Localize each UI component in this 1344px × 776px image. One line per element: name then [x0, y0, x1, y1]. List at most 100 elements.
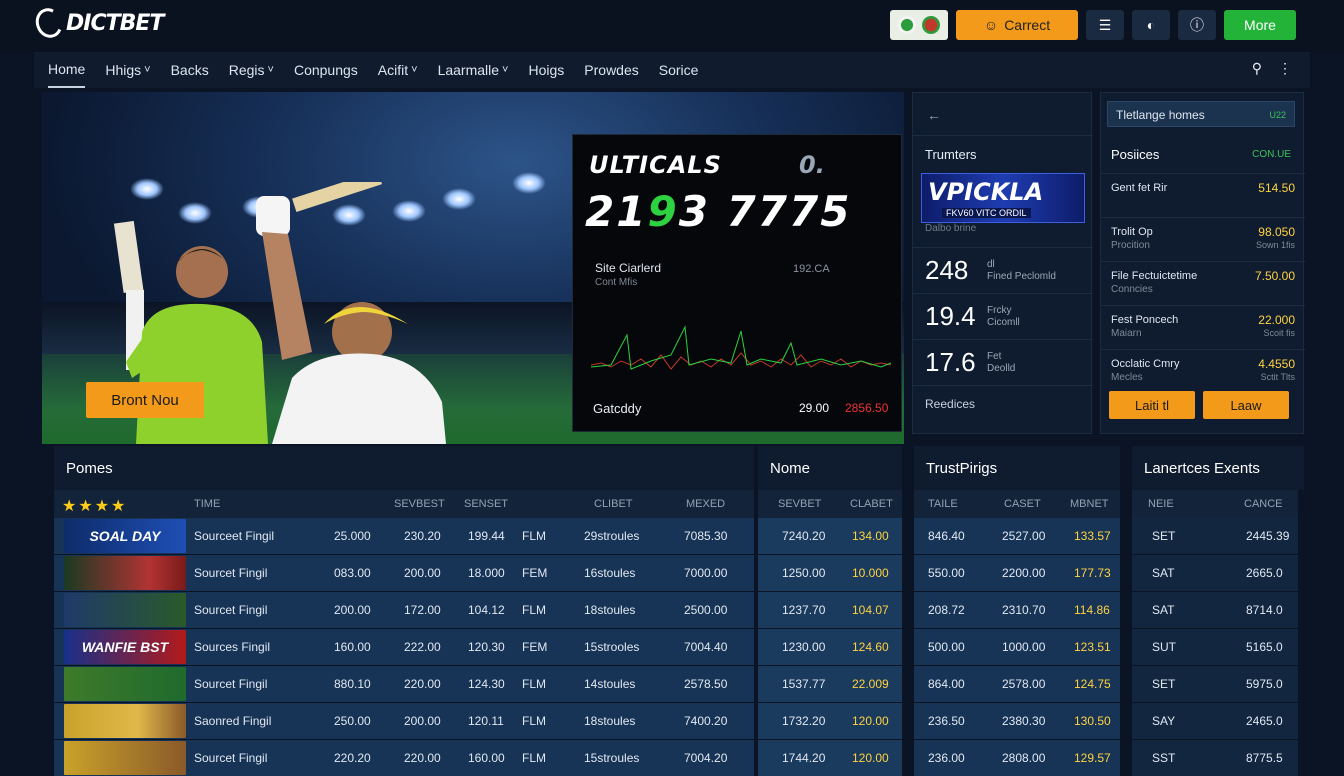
odds-row[interactable]: Gent fet Rir 514.50	[1101, 173, 1305, 215]
odds-value[interactable]: 123.51	[1074, 640, 1111, 654]
odds-value[interactable]: 133.57	[1074, 529, 1111, 543]
table-cell: Sctit Tlts	[1260, 372, 1295, 382]
table-row[interactable]: Sourcet Fingil 880.10 220.00 124.30 FLM 14sto…	[54, 666, 1304, 702]
table-row[interactable]: SOAL DAY Sourceet Fingil 25.000 230.20 199.4…	[54, 518, 1304, 554]
table-cell: 2200.00	[1002, 566, 1046, 580]
table-cell: 199.44	[468, 529, 505, 543]
odds-value[interactable]: 120.00	[852, 751, 889, 765]
hero-cta-button[interactable]: Bront Nou	[86, 382, 204, 418]
table-cell: 230.20	[404, 529, 441, 543]
odds-value[interactable]: 120.00	[852, 714, 889, 728]
event-thumbnail[interactable]: WANFIE BST	[64, 630, 186, 664]
odds-value[interactable]: 124.75	[1074, 677, 1111, 691]
odds-row-value[interactable]: 514.50	[1258, 182, 1295, 207]
connect-button[interactable]: ☺ Carrect	[956, 10, 1078, 40]
table-cell: 880.10	[334, 677, 371, 691]
table-cell: 2578.00	[1002, 677, 1046, 691]
table-cell: 120.11	[468, 714, 504, 728]
promo-banner-sub: FKV60 VITC ORDIL	[942, 208, 1031, 218]
nav-item-2[interactable]: Backs	[171, 52, 209, 88]
odds-value[interactable]: 10.000	[852, 566, 889, 580]
table-cell: 8775.5	[1246, 751, 1283, 765]
odds-title-right[interactable]: CON.UE	[1252, 149, 1291, 160]
kebab-menu-icon[interactable]: ⋮	[1278, 60, 1292, 77]
odds-value[interactable]: 104.07	[852, 603, 889, 617]
event-thumbnail[interactable]	[64, 556, 186, 590]
odds-row-value[interactable]: 7.50.00	[1255, 270, 1295, 295]
rating-stars-icon: ★★★★	[62, 498, 128, 515]
nav-item-4[interactable]: Conpungs	[294, 52, 358, 88]
odds-row-value[interactable]: 4.4550 Sctit Tlts	[1258, 358, 1295, 383]
stat-row: 19.4 Frcky Cicomll	[913, 293, 1093, 339]
event-thumbnail[interactable]	[64, 704, 186, 738]
nav-item-label: Backs	[170, 62, 209, 78]
table-cell: Frcky	[987, 304, 1012, 316]
odds-row[interactable]: File Fectuictetime Conncies 7.50.00	[1101, 261, 1305, 303]
scoreboard-label: Site Ciarlerd	[595, 261, 662, 275]
nav-item-3[interactable]: Regis ˅	[229, 52, 274, 88]
odds-value[interactable]: 124.60	[852, 640, 889, 654]
table-cell: Scoit fis	[1263, 328, 1295, 338]
table-cell: 124.30	[468, 677, 505, 691]
nav-item-8[interactable]: Prowdes	[584, 52, 638, 88]
odds-row[interactable]: Trolit Op Procition 98.050 Sown 1fis	[1101, 217, 1305, 259]
event-thumbnail[interactable]	[64, 741, 186, 775]
table-cell: CANCE	[1244, 498, 1283, 510]
odds-row-name: Fest Poncech Maiarn	[1111, 314, 1178, 339]
scoreboard-title: ULTICALS	[589, 151, 722, 179]
odds-value[interactable]: 114.86	[1074, 603, 1110, 617]
odds-value[interactable]: 22.009	[852, 677, 889, 691]
nav-item-1[interactable]: Hhigs ˅	[105, 52, 150, 88]
section-header: Lanertces Exents	[1132, 446, 1304, 490]
scoreboard-score: 2193 7775	[585, 187, 851, 236]
odds-value[interactable]: 177.73	[1074, 566, 1111, 580]
table-row[interactable]: Saonred Fingil 250.00 200.00 120.11 FLM 18sto…	[54, 703, 1304, 739]
event-thumbnail[interactable]	[64, 667, 186, 701]
table-row[interactable]: Sourcet Fingil 200.00 172.00 104.12 FLM 18sto…	[54, 592, 1304, 628]
table-row[interactable]: Sourcet Fingil 220.20 220.00 160.00 FLM 15str…	[54, 740, 1304, 776]
event-name: Sourcet Fingil	[194, 751, 268, 765]
odds-action-button[interactable]: Laiti tl	[1109, 391, 1195, 419]
table-cell: WANFIE BST	[81, 639, 169, 655]
stat-row: 17.6 Fet Deolld	[913, 339, 1093, 385]
flag-icon	[898, 16, 916, 34]
odds-row-value[interactable]: 22.000 Scoit fis	[1258, 314, 1295, 339]
table-row[interactable]: WANFIE BST Sources Fingil 160.00 222.00 120.…	[54, 629, 1304, 665]
table-cell: Deolld	[987, 362, 1016, 374]
back-arrow-icon[interactable]: ←	[927, 107, 941, 123]
odds-value[interactable]: 129.57	[1074, 751, 1111, 765]
nav-item-5[interactable]: Acifit ˅	[378, 52, 418, 88]
odds-row[interactable]: Fest Poncech Maiarn 22.000 Scoit fis	[1101, 305, 1305, 347]
odds-panel-header[interactable]: U22 Tletlange homes	[1107, 101, 1295, 127]
table-row[interactable]: Sourcet Fingil 083.00 200.00 18.000 FEM 16sto…	[54, 555, 1304, 591]
odds-row[interactable]: Occlatic Cmry Mecles 4.4550 Sctit Tlts	[1101, 349, 1305, 391]
more-button[interactable]: More	[1224, 10, 1296, 40]
odds-header-tag: U22	[1269, 110, 1286, 120]
odds-value[interactable]: 130.50	[1074, 714, 1111, 728]
promo-banner[interactable]: VPICKLA FKV60 VITC ORDIL	[921, 173, 1085, 223]
odds-row-value[interactable]: 98.050 Sown 1fis	[1256, 226, 1295, 251]
table-cell: NEIE	[1148, 498, 1174, 510]
nav-item-label: Regis	[228, 62, 265, 78]
event-thumbnail[interactable]	[64, 593, 186, 627]
theme-toggle-icon[interactable]: ◐	[1132, 10, 1170, 40]
nav-item-0[interactable]: Home	[48, 52, 86, 88]
search-icon[interactable]: ⚲	[1252, 60, 1262, 77]
language-flags-button[interactable]	[890, 10, 948, 40]
stats-footer-link[interactable]: Reedices	[925, 397, 975, 411]
nav-item-7[interactable]: Hoigs	[528, 52, 564, 88]
table-cell: File Fectuictetime	[1111, 270, 1198, 282]
logo-mark-icon	[31, 4, 67, 42]
nav-item-9[interactable]: Sorice	[659, 52, 699, 88]
event-name: Sourcet Fingil	[194, 603, 268, 617]
event-thumbnail[interactable]: SOAL DAY	[64, 519, 186, 553]
logo[interactable]: DICTBET	[31, 4, 164, 42]
table-cell: SOAL DAY	[89, 528, 161, 544]
odds-action-button[interactable]: Laaw	[1203, 391, 1289, 419]
menu-icon[interactable]: ☰	[1086, 10, 1124, 40]
table-cell: FEM	[522, 566, 548, 580]
table-cell: Mecles	[1111, 372, 1143, 383]
nav-item-6[interactable]: Laarmalle ˅	[438, 52, 509, 88]
info-icon[interactable]: ⓘ	[1178, 10, 1216, 40]
odds-value[interactable]: 134.00	[852, 529, 889, 543]
